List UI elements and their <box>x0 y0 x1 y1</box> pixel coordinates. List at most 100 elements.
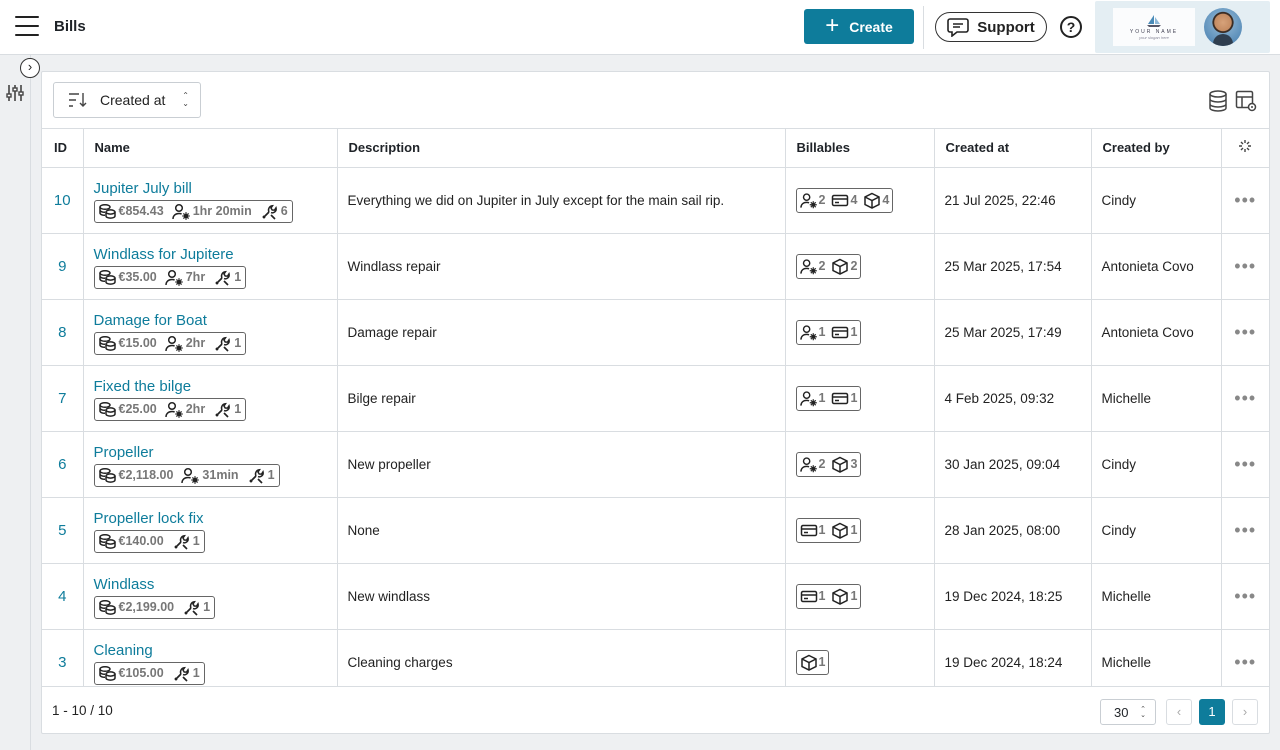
sailboat-logo-icon <box>1147 15 1161 27</box>
created-at: 30 Jan 2025, 09:04 <box>934 431 1092 498</box>
logo-subtext: your slogan here <box>1139 35 1169 40</box>
more-options-icon[interactable]: ••• <box>1221 167 1269 234</box>
table-row[interactable]: 4 Windlass €2,199.00 1 New windlass 1 1 19 Dec … <box>42 563 1269 630</box>
bill-summary-chips: €25.00 2hr 1 <box>93 397 247 421</box>
page-size-select[interactable]: 30 ⌃ ⌄ <box>1100 699 1156 725</box>
wrench-icon <box>213 335 232 352</box>
table-row[interactable]: 7 Fixed the bilge €25.00 2hr 1 Bilge repair 1 1… <box>42 365 1269 432</box>
billables-chips[interactable]: 11 <box>795 385 862 411</box>
table-row[interactable]: 5 Propeller lock fix €140.00 1 None 1 1 28 Jan … <box>42 497 1269 564</box>
billables-chips[interactable]: 11 <box>795 319 862 345</box>
column-header-id[interactable]: ID <box>42 129 84 168</box>
bill-id[interactable]: 8 <box>42 299 84 366</box>
chip-time-value: 1hr 20min <box>192 204 252 218</box>
billable-item: 4 <box>863 192 889 209</box>
card-icon <box>800 588 818 605</box>
chip-amount: €15.00 <box>98 335 157 352</box>
avatar[interactable] <box>1204 8 1242 46</box>
bill-name-link[interactable]: Windlass <box>94 576 337 593</box>
table-row[interactable]: 6 Propeller €2,118.00 31min 1 New propeller 2 3… <box>42 431 1269 498</box>
help-icon[interactable]: ? <box>1060 16 1082 38</box>
more-options-icon[interactable]: ••• <box>1221 431 1269 498</box>
table-row[interactable]: 3 Cleaning €105.00 1 Cleaning charges 1 19 Dec… <box>42 629 1269 686</box>
account-menu[interactable]: YOUR NAME your slogan here <box>1095 1 1270 53</box>
database-icon[interactable] <box>1208 90 1228 112</box>
column-picker[interactable] <box>1221 129 1269 168</box>
bill-name-link[interactable]: Fixed the bilge <box>94 378 337 395</box>
prev-page-button[interactable]: ‹ <box>1166 699 1192 725</box>
billables-chips[interactable]: 11 <box>795 517 862 543</box>
table-row[interactable]: 10 Jupiter July bill €854.43 1hr 20min 6 Ever… <box>42 167 1269 234</box>
create-button[interactable]: + Create <box>804 9 914 44</box>
bill-name-link[interactable]: Propeller <box>94 444 337 461</box>
chip-amount-value: €15.00 <box>118 336 157 350</box>
chevron-right-icon[interactable]: › <box>20 58 40 78</box>
table-row[interactable]: 9 Windlass for Jupitere €35.00 7hr 1 Windlass… <box>42 233 1269 300</box>
more-options-icon[interactable]: ••• <box>1221 365 1269 432</box>
bill-id[interactable]: 3 <box>42 629 84 686</box>
support-button[interactable]: Support <box>935 12 1047 42</box>
bill-summary-chips: €15.00 2hr 1 <box>93 331 247 355</box>
next-page-button[interactable]: › <box>1232 699 1258 725</box>
billable-count: 1 <box>850 589 858 603</box>
chip-repairs: 1 <box>213 401 241 418</box>
bill-id[interactable]: 4 <box>42 563 84 630</box>
bill-id[interactable]: 10 <box>42 167 84 234</box>
billable-count: 1 <box>818 391 826 405</box>
billables-chips[interactable]: 22 <box>795 253 862 279</box>
bill-description: New propeller <box>337 431 786 498</box>
coins-icon <box>98 533 117 550</box>
created-by: Cindy <box>1091 167 1222 234</box>
bill-name-link[interactable]: Damage for Boat <box>94 312 337 329</box>
more-options-icon[interactable]: ••• <box>1221 629 1269 686</box>
billables-chips[interactable]: 23 <box>795 451 862 477</box>
column-header-created-at[interactable]: Created at <box>934 129 1092 168</box>
sort-dropdown[interactable]: Created at ⌃ ⌄ <box>53 82 201 118</box>
bill-id[interactable]: 9 <box>42 233 84 300</box>
chip-repairs-value: 1 <box>192 534 200 548</box>
column-header-name[interactable]: Name <box>83 129 338 168</box>
chip-repairs-value: 1 <box>234 336 242 350</box>
coins-icon <box>98 401 117 418</box>
wrench-icon <box>213 401 232 418</box>
billable-item: 2 <box>799 258 825 275</box>
card-icon <box>800 522 818 539</box>
table-row[interactable]: 8 Damage for Boat €15.00 2hr 1 Damage repair 1… <box>42 299 1269 366</box>
wrench-icon <box>172 533 191 550</box>
billables-chips[interactable]: 11 <box>795 583 862 609</box>
person-gear-icon <box>799 390 818 407</box>
chip-repairs-value: 1 <box>203 600 211 614</box>
bills-panel: Created at ⌃ ⌄ ID Name Description Billab… <box>41 71 1270 734</box>
wrench-icon <box>260 203 279 220</box>
billables-chips[interactable]: 1 <box>795 649 830 675</box>
bill-name-link[interactable]: Propeller lock fix <box>94 510 337 527</box>
filter-sliders-icon[interactable] <box>6 84 24 102</box>
wrench-icon <box>247 467 266 484</box>
current-page-button[interactable]: 1 <box>1199 699 1225 725</box>
bill-id[interactable]: 5 <box>42 497 84 564</box>
bill-name-link[interactable]: Jupiter July bill <box>94 180 337 197</box>
created-by: Michelle <box>1091 629 1222 686</box>
more-options-icon[interactable]: ••• <box>1221 233 1269 300</box>
bill-name-link[interactable]: Windlass for Jupitere <box>94 246 337 263</box>
more-options-icon[interactable]: ••• <box>1221 497 1269 564</box>
billables-cell: 2 4 4 <box>785 167 935 234</box>
more-options-icon[interactable]: ••• <box>1221 563 1269 630</box>
billables-chips[interactable]: 2 4 4 <box>795 187 894 213</box>
card-icon <box>831 192 849 209</box>
column-header-description[interactable]: Description <box>337 129 786 168</box>
bill-id[interactable]: 7 <box>42 365 84 432</box>
column-header-created-by[interactable]: Created by <box>1091 129 1222 168</box>
bills-table-container[interactable]: ID Name Description Billables Created at… <box>42 128 1269 686</box>
table-settings-icon[interactable] <box>1235 90 1257 112</box>
bill-name-link[interactable]: Cleaning <box>94 642 337 659</box>
column-header-billables[interactable]: Billables <box>785 129 935 168</box>
support-chat-icon <box>947 18 970 37</box>
bill-id[interactable]: 6 <box>42 431 84 498</box>
chip-amount: €854.43 <box>98 203 164 220</box>
billable-count: 4 <box>882 193 890 207</box>
hamburger-menu-icon[interactable] <box>15 16 39 36</box>
more-options-icon[interactable]: ••• <box>1221 299 1269 366</box>
billable-item: 1 <box>800 588 825 605</box>
table-header-row: ID Name Description Billables Created at… <box>42 129 1269 168</box>
